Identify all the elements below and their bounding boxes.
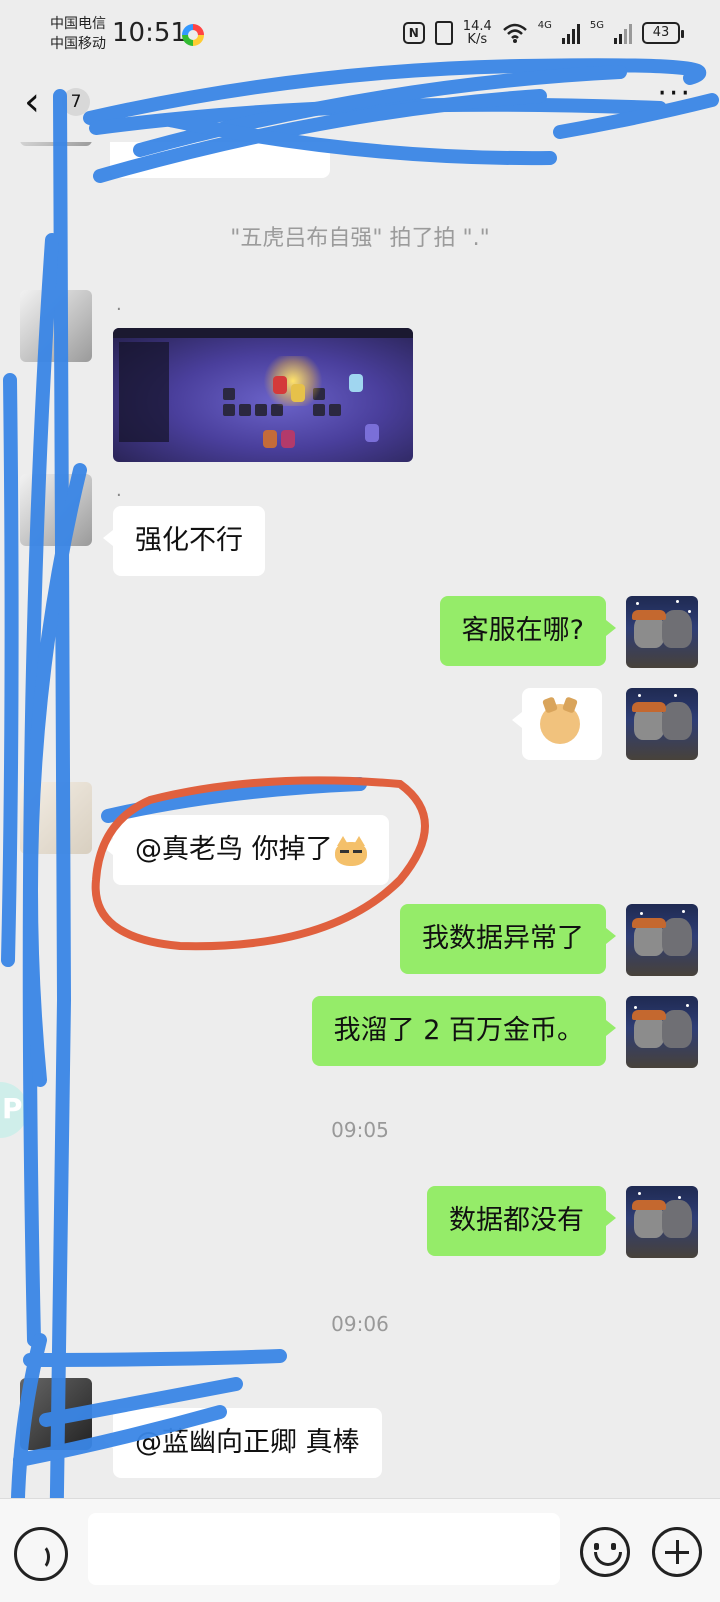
speed-unit: K/s — [467, 32, 488, 47]
unread-badge: 7 — [62, 88, 90, 116]
sender-avatar[interactable] — [20, 782, 92, 854]
more-options-button[interactable]: ··· — [657, 76, 692, 111]
timestamp: 09:05 — [331, 1118, 389, 1142]
carrier-1: 中国电信 — [50, 16, 106, 32]
chat-header: ‹ 7 ··· — [0, 72, 720, 142]
message-text: @真老鸟 你掉了 — [135, 834, 333, 865]
back-button[interactable]: ‹ — [24, 82, 40, 122]
plus-icon[interactable] — [652, 1527, 702, 1577]
carrier-2: 中国移动 — [50, 36, 106, 52]
signal-bars-2-icon — [614, 22, 632, 44]
vibrate-icon — [434, 21, 453, 45]
network-5g-label: 5G — [589, 20, 604, 31]
my-avatar[interactable] — [626, 996, 698, 1068]
clock: 10:51 — [112, 18, 187, 48]
network-4g-label: 4G — [537, 20, 552, 31]
input-bar — [0, 1498, 720, 1602]
message-list[interactable]: "五虎吕布自强" 拍了拍 "." . . 强化不行 客服在哪? @真老鸟 你掉了 — [0, 142, 720, 1498]
voice-icon[interactable] — [14, 1527, 68, 1581]
sender-avatar[interactable] — [20, 1378, 92, 1450]
my-message-bubble[interactable]: 客服在哪? — [439, 596, 617, 666]
my-avatar[interactable] — [626, 1186, 698, 1258]
sender-avatar[interactable] — [20, 142, 92, 146]
my-message-bubble[interactable]: 我数据异常了 — [400, 904, 616, 974]
smiley-icon[interactable] — [580, 1527, 630, 1577]
battery-icon: 43 — [642, 22, 684, 44]
nfc-icon: N — [402, 22, 425, 44]
doge-sticker-icon — [540, 704, 580, 744]
my-avatar[interactable] — [626, 688, 698, 760]
network-speed: 14.4 K/s — [463, 20, 492, 46]
system-pat-notice: "五虎吕布自强" 拍了拍 "." — [230, 226, 490, 251]
my-avatar[interactable] — [626, 904, 698, 976]
status-icons: N 14.4 K/s 4G 5G 43 — [402, 20, 684, 46]
game-screenshot-image[interactable] — [113, 328, 413, 462]
status-bar: 中国电信 中国移动 10:51 N 14.4 K/s 4G 5G 43 — [0, 0, 720, 72]
sender-avatar[interactable] — [20, 290, 92, 362]
signal-bars-1-icon — [561, 22, 580, 44]
cat-emoji-icon — [334, 835, 367, 866]
sender-name: . — [116, 480, 122, 501]
my-message-bubble[interactable]: 数据都没有 — [427, 1186, 616, 1256]
my-message-bubble[interactable]: 我溜了 2 百万金币。 — [311, 996, 617, 1066]
app-indicator-icon — [182, 24, 204, 46]
sender-name: . — [116, 294, 122, 315]
my-avatar[interactable] — [626, 596, 698, 668]
mention-message-bubble[interactable]: @蓝幽向正卿 真棒 — [103, 1408, 382, 1478]
mention-message-bubble[interactable]: @真老鸟 你掉了 — [103, 815, 389, 885]
message-bubble[interactable]: 强化不行 — [103, 506, 265, 576]
carrier-info: 中国电信 中国移动 — [50, 14, 106, 54]
previous-message-bubble[interactable] — [110, 142, 330, 178]
timestamp: 09:06 — [331, 1312, 389, 1336]
sender-avatar[interactable] — [20, 474, 92, 546]
wifi-icon — [502, 23, 527, 43]
message-input[interactable] — [88, 1513, 560, 1585]
